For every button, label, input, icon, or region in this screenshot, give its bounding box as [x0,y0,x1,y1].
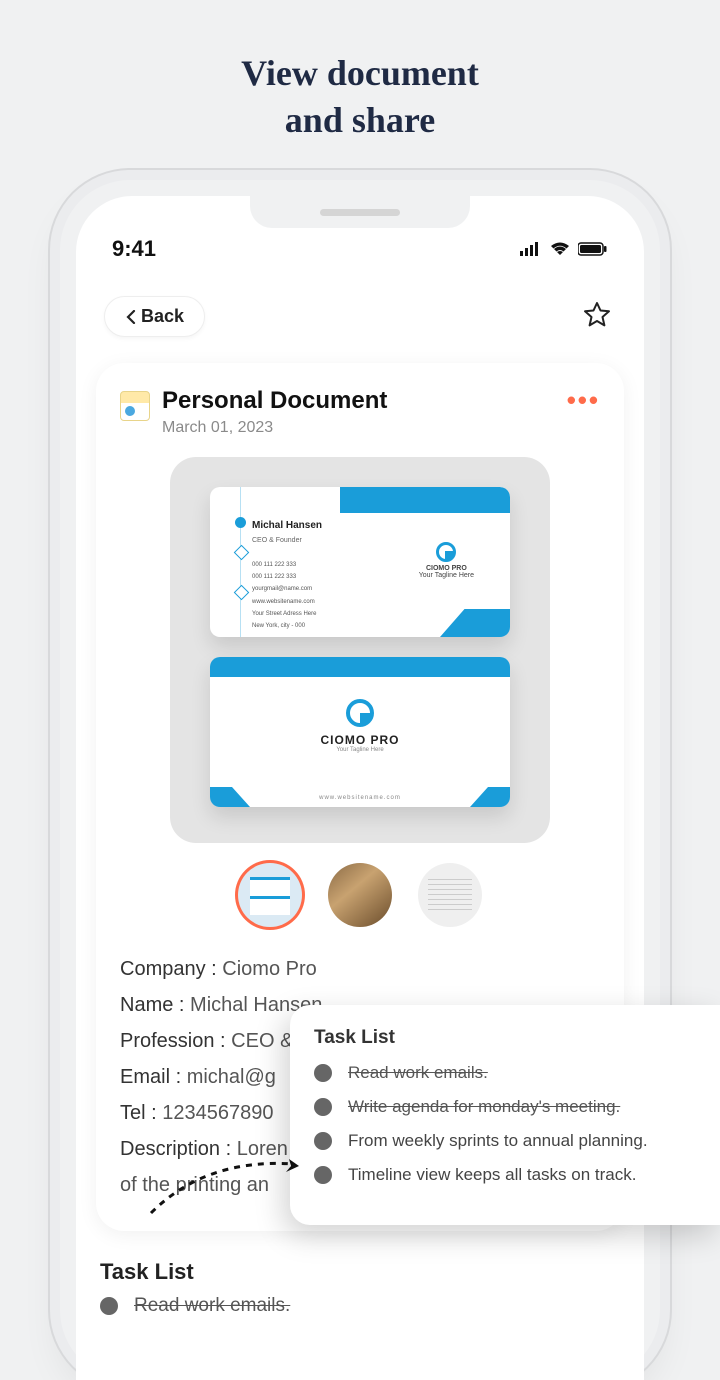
back-button[interactable]: Back [104,296,205,337]
tasklist-item[interactable]: Timeline view keeps all tasks on track. [314,1165,700,1185]
tasklist-overlay: Task List Read work emails. Write agenda … [290,1005,720,1225]
signal-icon [520,242,542,256]
document-title: Personal Document [162,387,387,415]
bullet-icon [100,1297,118,1315]
tasklist-section-title: Task List [100,1259,644,1285]
document-icon [120,391,150,421]
tasklist-item[interactable]: Write agenda for monday's meeting. [314,1097,700,1117]
bullet-icon [314,1166,332,1184]
page-title: View document and share [0,0,720,174]
thumbnail-2[interactable] [328,863,392,927]
bullet-icon [314,1098,332,1116]
thumbnail-row [120,863,600,927]
wifi-icon [550,242,570,256]
bullet-icon [314,1132,332,1150]
chevron-left-icon [125,310,137,324]
tasklist-item[interactable]: Read work emails. [314,1063,700,1083]
document-date: March 01, 2023 [162,419,387,437]
business-card-back: CIOMO PROYour Tagline Here www.websitena… [210,657,510,807]
detail-company: Company : Ciomo Pro [120,951,600,987]
phone-notch [250,196,470,228]
arrow-annotation [146,1158,306,1218]
more-button[interactable]: ••• [567,387,600,405]
battery-icon [578,242,608,256]
tasklist-below-item: Read work emails. [100,1295,644,1317]
document-preview[interactable]: Michal Hansen CEO & Founder 000 111 222 … [170,457,550,843]
thumbnail-1[interactable] [238,863,302,927]
tasklist-item[interactable]: From weekly sprints to annual planning. [314,1131,700,1151]
back-label: Back [141,306,184,327]
business-card-front: Michal Hansen CEO & Founder 000 111 222 … [210,487,510,637]
status-icons [520,242,608,256]
star-icon [582,300,612,330]
favorite-button[interactable] [582,300,616,334]
thumbnail-3[interactable] [418,863,482,927]
tasklist-title: Task List [314,1027,700,1049]
status-time: 9:41 [112,236,156,262]
bullet-icon [314,1064,332,1082]
